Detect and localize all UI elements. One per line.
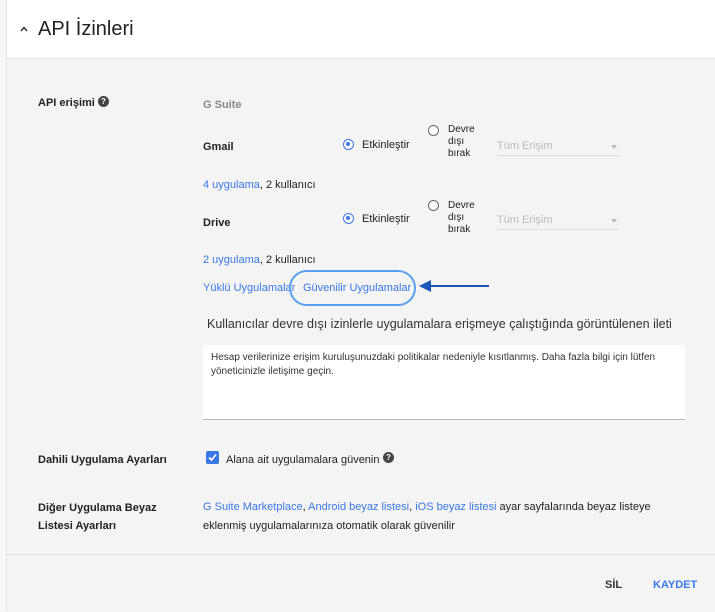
- drive-enable-radio[interactable]: [343, 213, 354, 224]
- drive-disable-line2: dışı: [448, 212, 465, 223]
- chevron-up-icon[interactable]: [20, 25, 28, 33]
- whitelist-description: G Suite Marketplace, Android beyaz liste…: [203, 498, 683, 536]
- gmail-enable-label[interactable]: Etkinleştir: [362, 139, 410, 151]
- gmail-apps-link[interactable]: 4 uygulama: [203, 179, 260, 191]
- help-icon[interactable]: ?: [383, 452, 394, 463]
- drive-disable-line3: bırak: [448, 224, 471, 235]
- g-suite-heading: G Suite: [203, 99, 242, 111]
- gmail-access-value: Tüm Erişim: [497, 140, 553, 152]
- whitelist-text-line2: eklenmiş uygulamalarınıza otomatik olara…: [203, 520, 455, 532]
- gmail-disable-radio[interactable]: [428, 125, 439, 136]
- gsuite-marketplace-link[interactable]: G Suite Marketplace: [203, 501, 303, 513]
- gmail-usage: 4 uygulama, 2 kullanıcı: [203, 179, 316, 191]
- gmail-disable-line2: dışı: [448, 136, 465, 147]
- whitelist-label-line1: Diğer Uygulama Beyaz: [38, 502, 157, 514]
- android-whitelist-link[interactable]: Android beyaz listesi: [308, 501, 409, 513]
- gmail-label: Gmail: [203, 141, 234, 153]
- drive-label: Drive: [203, 217, 231, 229]
- dropdown-arrow-icon: [611, 145, 617, 149]
- trust-domain-apps-label: Alana ait uygulamalara güvenin: [226, 454, 380, 466]
- drive-access-value: Tüm Erişim: [497, 214, 553, 226]
- whitelist-label: Diğer Uygulama Beyaz Listesi Ayarları: [38, 499, 157, 535]
- message-heading: Kullanıcılar devre dışı izinlerle uygula…: [207, 317, 672, 331]
- settings-body: [7, 59, 715, 554]
- drive-usage: 2 uygulama, 2 kullanıcı: [203, 254, 316, 266]
- api-access-label: API erişimi: [38, 97, 95, 109]
- whitelist-text: ayar sayfalarında beyaz listeye: [496, 501, 651, 513]
- internal-apps-label: Dahili Uygulama Ayarları: [38, 454, 167, 466]
- trust-domain-apps-checkbox[interactable]: [206, 451, 219, 464]
- drive-enable-label[interactable]: Etkinleştir: [362, 213, 410, 225]
- drive-disable-radio[interactable]: [428, 200, 439, 211]
- gmail-disable-line1: Devre: [448, 124, 475, 135]
- drive-access-select[interactable]: Tüm Erişim: [497, 211, 619, 230]
- gmail-disable-label[interactable]: Devre dışı bırak: [448, 124, 475, 160]
- whitelist-label-line2: Listesi Ayarları: [38, 520, 117, 532]
- drive-disable-label[interactable]: Devre dışı bırak: [448, 200, 475, 236]
- message-textarea[interactable]: Hesap verilerinize erişim kuruluşunuzdak…: [203, 345, 685, 420]
- drive-disable-line1: Devre: [448, 200, 475, 211]
- dropdown-arrow-icon: [611, 219, 617, 223]
- arrow-annotation-icon: [419, 280, 489, 292]
- gmail-disable-line3: bırak: [448, 148, 471, 159]
- drive-users-count: , 2 kullanıcı: [259, 254, 316, 266]
- drive-apps-link[interactable]: 2 uygulama: [203, 254, 260, 266]
- save-button[interactable]: KAYDET: [653, 579, 697, 591]
- delete-button[interactable]: SİL: [605, 579, 622, 591]
- ios-whitelist-link[interactable]: iOS beyaz listesi: [415, 501, 496, 513]
- gmail-enable-radio[interactable]: [343, 139, 354, 150]
- api-permissions-panel: API İzinleri API erişimi ? G Suite Gmail…: [6, 0, 715, 612]
- highlight-circle: [289, 270, 416, 306]
- gmail-access-select[interactable]: Tüm Erişim: [497, 137, 619, 156]
- gmail-users-count: , 2 kullanıcı: [259, 179, 316, 191]
- checkmark-icon: [208, 453, 217, 462]
- installed-apps-link[interactable]: Yüklü Uygulamalar: [203, 282, 295, 294]
- section-header[interactable]: API İzinleri: [7, 0, 715, 59]
- footer-bar: SİL KAYDET: [7, 554, 715, 612]
- help-icon[interactable]: ?: [98, 96, 109, 107]
- page-title: API İzinleri: [38, 18, 134, 40]
